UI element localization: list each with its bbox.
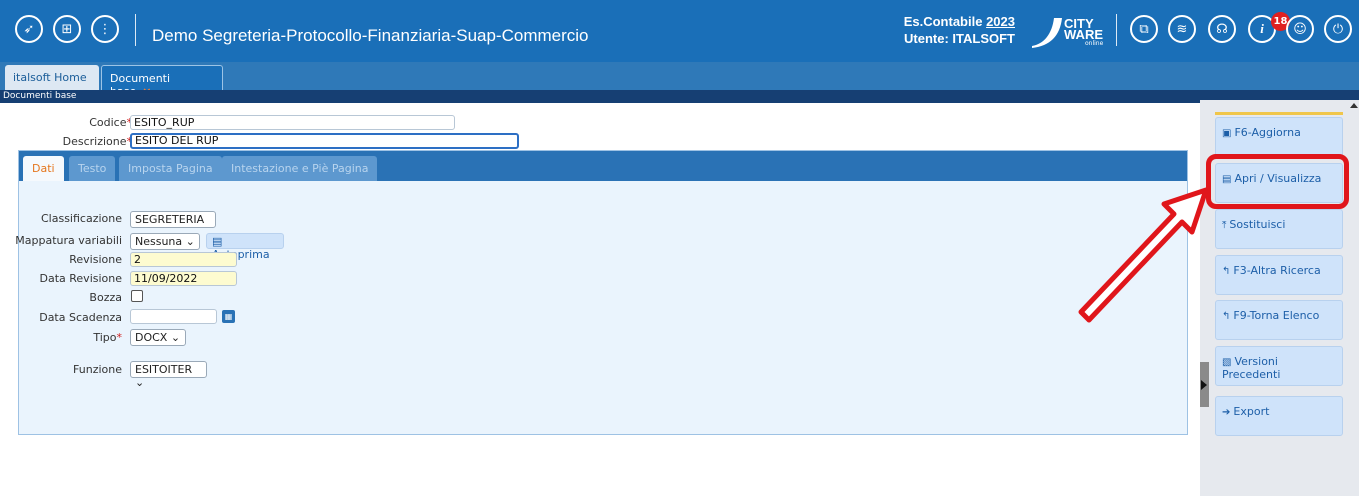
upload-icon: ⤒ (1222, 220, 1227, 231)
descrizione-label: Descrizione* (62, 135, 132, 148)
app-title: Demo Segreteria-Protocollo-Finanziaria-S… (152, 26, 589, 45)
chevron-down-icon: ⌄ (135, 376, 145, 389)
user-label: Utente: ITALSOFT (904, 31, 1015, 46)
tab-testo[interactable]: Testo (69, 156, 116, 181)
torna-elenco-button[interactable]: ↰ F9-Torna Elenco (1215, 300, 1343, 340)
scroll-up-icon[interactable] (1350, 103, 1358, 108)
user-icon[interactable]: ☺ (1286, 15, 1314, 43)
apps-grid-icon[interactable]: ⊞ (53, 15, 81, 43)
funzione-label: Funzione (73, 363, 122, 376)
es-contabile-label: Es.Contabile (903, 14, 983, 29)
window-icon[interactable]: ⧉ (1130, 15, 1158, 43)
versions-icon: ▧ (1222, 357, 1232, 368)
breadcrumb: Documenti base (0, 90, 1359, 103)
chevron-down-icon: ⌄ (185, 235, 195, 248)
headset-icon[interactable]: ☊ (1208, 15, 1236, 43)
revisione-field[interactable]: 2 (130, 252, 237, 267)
export-button[interactable]: ➔ Export (1215, 396, 1343, 436)
tipo-label: Tipo* (93, 331, 122, 344)
save-icon: ▣ (1222, 128, 1232, 139)
data-scadenza-field[interactable] (130, 309, 217, 324)
stack-icon[interactable]: ≋ (1168, 15, 1196, 43)
aggiorna-button[interactable]: ▣ F6-Aggiorna (1215, 117, 1343, 157)
cityware-logo: CITY WARE online (1030, 16, 1120, 48)
descrizione-field[interactable]: ESITO DEL RUP (130, 133, 519, 149)
mappatura-label: Mappatura variabili (15, 234, 122, 247)
data-revisione-label: Data Revisione (39, 272, 123, 285)
tab-bar: italsoft Home Documenti base× (0, 62, 1359, 98)
bozza-label: Bozza (89, 291, 122, 304)
back-icon: ↰ (1222, 266, 1231, 277)
back-icon: ↰ (1222, 311, 1231, 322)
tab-italsoft-home[interactable]: italsoft Home (5, 65, 99, 90)
annotation-arrow (1078, 187, 1209, 323)
info-icon[interactable]: ⋮ (91, 15, 119, 43)
panel-tab-strip: Dati Testo Imposta Pagina Intestazione e… (19, 151, 1187, 181)
mappatura-select[interactable]: Nessuna ⌄ (130, 233, 200, 250)
cityware-logo-mark (1032, 18, 1062, 48)
calendar-icon[interactable]: ▦ (222, 310, 235, 323)
logo-text: CITY WARE (1064, 16, 1103, 42)
collapse-arrow-icon[interactable] (1201, 380, 1207, 390)
fiscal-info: Es.Contabile 2023 Utente: ITALSOFT (895, 13, 1015, 47)
altra-ricerca-button[interactable]: ↰ F3-Altra Ricerca (1215, 255, 1343, 295)
data-scadenza-label: Data Scadenza (39, 311, 122, 324)
data-revisione-field[interactable]: 11/09/2022 (130, 271, 237, 286)
funzione-select[interactable]: ESITOITER ⌄ (130, 361, 207, 389)
bozza-checkbox[interactable] (131, 290, 143, 302)
classificazione-select[interactable]: SEGRETERIA ⌄ (130, 211, 216, 239)
tab-documenti-base[interactable]: Documenti base× (101, 65, 223, 98)
divider (135, 14, 136, 46)
toolbar-accent (1215, 112, 1343, 115)
tipo-select[interactable]: DOCX ⌄ (130, 329, 186, 346)
divider (1116, 14, 1117, 46)
sostituisci-button[interactable]: ⤒ Sostituisci (1215, 209, 1343, 249)
top-bar: ➶ ⊞ ⋮ Demo Segreteria-Protocollo-Finanzi… (0, 0, 1359, 62)
logo-subtext: online (1085, 40, 1104, 47)
power-icon[interactable]: ⏻ (1324, 15, 1352, 43)
tab-dati[interactable]: Dati (23, 156, 64, 181)
classificazione-label: Classificazione (40, 212, 122, 225)
codice-label: Codice* (89, 116, 132, 129)
rocket-icon[interactable]: ➶ (15, 15, 43, 43)
chevron-down-icon: ⌄ (170, 331, 181, 344)
codice-field[interactable]: ESITO_RUP (130, 115, 455, 130)
revisione-label: Revisione (69, 253, 122, 266)
details-panel: Dati Testo Imposta Pagina Intestazione e… (18, 150, 1188, 435)
export-icon: ➔ (1222, 407, 1231, 418)
tab-imposta-pagina[interactable]: Imposta Pagina (119, 156, 222, 181)
versioni-precedenti-button[interactable]: ▧ Versioni Precedenti (1215, 346, 1343, 386)
anteprima-button[interactable]: ▤ Anteprima (206, 233, 284, 261)
tab-intestazione[interactable]: Intestazione e Piè Pagina (222, 156, 378, 181)
es-contabile-year[interactable]: 2023 (986, 14, 1015, 29)
file-icon: ▤ (212, 235, 223, 248)
highlight-box (1206, 154, 1349, 209)
